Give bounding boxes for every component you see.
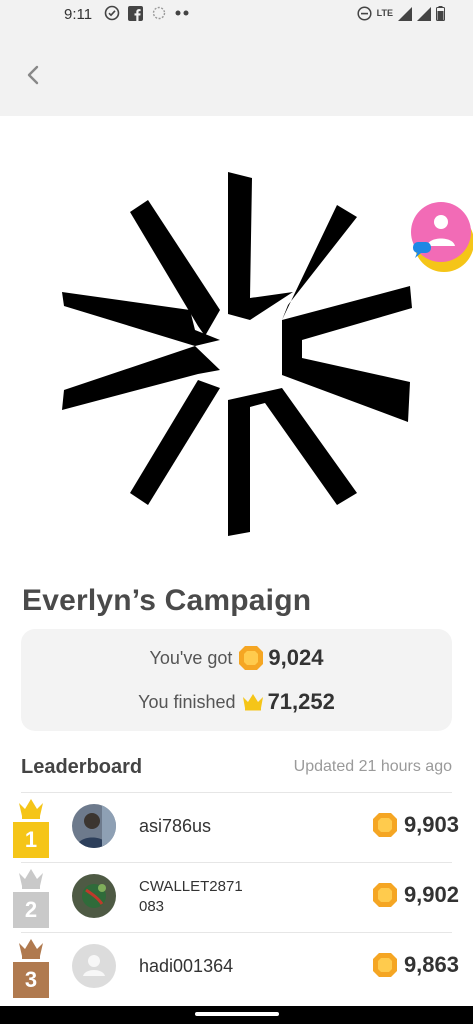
score-value: 9,903	[403, 812, 459, 837]
score-value: 9,863	[403, 952, 459, 977]
facebook-icon	[128, 5, 143, 21]
crown-icon	[19, 939, 43, 959]
gem-icon	[372, 953, 397, 977]
crown-icon	[19, 799, 43, 819]
home-gesture-handle[interactable]	[195, 1012, 279, 1016]
crown-icon	[19, 869, 43, 889]
status-system-icons: LTE	[357, 6, 445, 21]
signal-icon	[398, 6, 412, 21]
rank-badge: 3	[13, 938, 49, 998]
rank-number: 2	[13, 892, 49, 928]
username: asi786us	[139, 816, 212, 836]
leaderboard-title: Leaderboard	[21, 756, 143, 778]
got-label: You've got	[149, 647, 233, 668]
score: 9,863	[372, 952, 459, 978]
score: 9,903	[372, 812, 459, 838]
crown-icon	[242, 694, 263, 711]
campaign-summary-card: You've got 9,024 You finished 71,252	[21, 629, 452, 731]
score-value: 9,902	[403, 882, 459, 907]
signal-icon	[417, 6, 431, 21]
rank-number: 3	[13, 962, 49, 998]
leaderboard-row[interactable]: 3 hadi001364 9,863	[0, 932, 473, 1002]
gem-icon	[372, 813, 397, 837]
campaign-title: Everlyn’s Campaign	[22, 584, 312, 617]
campaign-logo	[62, 172, 412, 536]
battery-icon	[436, 6, 445, 21]
avatar	[72, 874, 116, 918]
signal-app-icon	[152, 6, 166, 20]
chat-head-bubble[interactable]	[410, 200, 473, 276]
lte-label: LTE	[376, 8, 393, 18]
got-row: You've got 9,024	[21, 645, 452, 671]
app-bar	[0, 30, 473, 116]
avatar	[72, 804, 116, 848]
rank-badge: 2	[13, 868, 49, 928]
finished-row: You finished 71,252	[21, 689, 452, 715]
default-avatar-icon	[72, 944, 116, 988]
gem-icon	[372, 883, 397, 907]
leaderboard-row[interactable]: 2 CWALLET2871 083 9,902	[0, 862, 473, 932]
username: CWALLET2871 083	[139, 878, 243, 915]
do-not-disturb-icon	[357, 6, 372, 21]
finished-value: 71,252	[267, 689, 335, 714]
rank-badge: 1	[13, 798, 49, 858]
check-circle-icon	[104, 5, 120, 21]
status-bar: 9:11 LTE	[0, 0, 473, 30]
rank-number: 1	[13, 822, 49, 858]
status-notification-icons	[104, 5, 191, 21]
score: 9,902	[372, 882, 459, 908]
finished-label: You finished	[138, 691, 236, 712]
leaderboard-row[interactable]: 1 asi786us 9,903	[0, 792, 473, 862]
status-time: 9:11	[64, 6, 93, 23]
leaderboard-updated: Updated 21 hours ago	[293, 758, 452, 775]
more-dots-icon	[175, 10, 189, 16]
gem-icon	[239, 646, 264, 670]
got-value: 9,024	[268, 645, 324, 670]
chevron-left-icon[interactable]	[22, 64, 44, 86]
username: hadi001364	[139, 956, 234, 976]
